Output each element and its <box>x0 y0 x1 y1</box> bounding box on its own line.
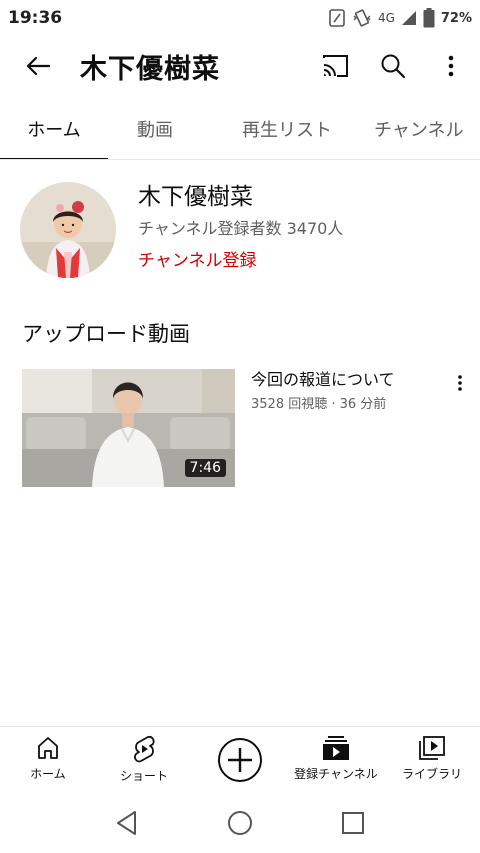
page-title: 木下優樹菜 <box>80 53 220 85</box>
square-recents-icon <box>342 811 365 834</box>
subscriber-count: チャンネル登録者数 3470人 <box>138 219 344 238</box>
channel-header: 木下優樹菜 チャンネル登録者数 3470人 チャンネル登録 <box>20 182 470 278</box>
system-navigation <box>0 792 480 853</box>
nav-home[interactable]: ホーム <box>0 727 96 792</box>
tab-home[interactable]: ホーム <box>0 98 108 159</box>
battery-level: 72% <box>440 10 472 26</box>
video-thumbnail[interactable]: 7:46 <box>22 369 235 487</box>
home-icon <box>38 737 58 759</box>
tab-playlists[interactable]: 再生リスト <box>202 98 372 159</box>
signal-icon <box>401 10 417 26</box>
nav-home-label: ホーム <box>30 767 66 781</box>
back-arrow-icon <box>26 56 51 76</box>
triangle-back-icon <box>116 810 136 835</box>
channel-avatar[interactable] <box>20 182 116 278</box>
status-time: 19:36 <box>8 8 63 28</box>
nav-shorts[interactable]: ショート <box>96 727 192 792</box>
search-button[interactable] <box>364 36 422 96</box>
more-vert-icon <box>448 55 454 77</box>
section-title: アップロード動画 <box>22 322 190 346</box>
system-home-button[interactable] <box>220 803 260 843</box>
channel-tabs: ホーム 動画 再生リスト チャンネル <box>0 98 480 160</box>
nav-shorts-label: ショート <box>119 769 168 783</box>
video-meta: 3528 回視聴 · 36 分前 <box>251 397 387 412</box>
nfc-icon <box>328 9 346 27</box>
nav-library[interactable]: ライブラリ <box>384 727 480 792</box>
channel-name: 木下優樹菜 <box>138 184 253 210</box>
video-title[interactable]: 今回の報道について <box>251 369 441 391</box>
video-menu-button[interactable] <box>448 371 472 395</box>
nav-library-label: ライブラリ <box>401 767 462 781</box>
status-icons: 4G 72% <box>328 8 472 28</box>
battery-icon <box>423 8 435 28</box>
library-icon <box>419 736 445 760</box>
video-duration: 7:46 <box>184 459 226 477</box>
subscribe-button[interactable]: チャンネル登録 <box>138 250 343 272</box>
system-back-button[interactable] <box>107 803 147 843</box>
tab-videos[interactable]: 動画 <box>108 98 202 159</box>
status-bar: 19:36 4G 72% <box>0 0 480 36</box>
app-bar: 木下優樹菜 <box>0 36 480 96</box>
video-item[interactable]: 7:46 今回の報道について 3528 回視聴 · 36 分前 <box>22 369 472 487</box>
subscriptions-icon <box>323 736 349 760</box>
cast-button[interactable] <box>306 36 364 96</box>
create-button[interactable] <box>192 727 288 792</box>
vibrate-icon <box>352 9 372 27</box>
more-vert-icon <box>458 375 462 391</box>
nav-subscriptions-label: 登録チャンネル <box>294 767 378 781</box>
tab-channels[interactable]: チャンネル <box>372 98 480 159</box>
create-icon <box>218 737 262 782</box>
bottom-navigation: ホーム ショート 登録チャンネル ライブラリ <box>0 726 480 792</box>
shorts-icon <box>134 735 155 763</box>
circle-home-icon <box>227 810 252 835</box>
nav-subscriptions[interactable]: 登録チャンネル <box>288 727 384 792</box>
network-type: 4G <box>377 11 395 25</box>
back-button[interactable] <box>0 36 76 96</box>
system-recents-button[interactable] <box>333 803 373 843</box>
cast-icon <box>323 55 348 77</box>
search-icon <box>381 54 406 79</box>
more-options-button[interactable] <box>422 36 480 96</box>
